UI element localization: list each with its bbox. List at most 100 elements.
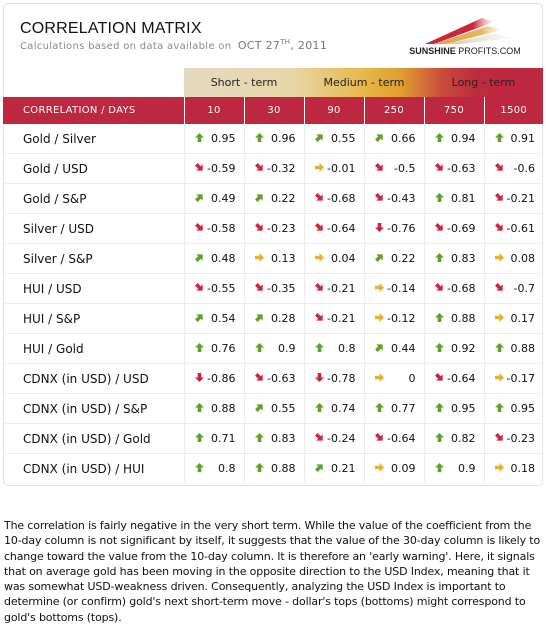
correlation-cell: -0.12 — [364, 303, 425, 334]
arrow-up-icon — [194, 402, 205, 412]
row-label: Silver / S&P — [3, 243, 185, 274]
arrow-right-icon — [374, 462, 385, 472]
correlation-cell: -0.68 — [304, 183, 365, 214]
correlation-value: 0.74 — [331, 402, 356, 415]
table-row: HUI / Gold 0.76 0.9 0.8 0.44 0.92 0.88 — [3, 333, 543, 364]
correlation-value: 0.18 — [510, 462, 536, 475]
logo-text-regular: PROFITS.COM — [455, 46, 521, 56]
correlation-value: -0.5 — [394, 162, 416, 175]
correlation-value: -0.64 — [327, 222, 356, 235]
correlation-value: -0.86 — [207, 372, 236, 385]
correlation-cell: 0.83 — [244, 423, 305, 454]
correlation-value: 0.88 — [510, 342, 536, 355]
row-label: Gold / Silver — [3, 124, 185, 154]
row-label: HUI / Gold — [3, 333, 185, 364]
correlation-value: -0.55 — [207, 282, 236, 295]
correlation-cell: -0.5 — [364, 153, 425, 184]
arrow-up-icon — [374, 402, 385, 412]
arrow-up-icon — [434, 402, 445, 412]
correlation-cell: -0.32 — [244, 153, 305, 184]
correlation-value: 0.17 — [510, 312, 536, 325]
row-label: Gold / USD — [3, 153, 185, 184]
table-row: HUI / S&P 0.54 0.28 -0.21 -0.12 0.88 0.17 — [3, 303, 543, 334]
arrow-down-right-icon — [434, 372, 445, 382]
row-label: CDNX (in USD) / S&P — [3, 393, 185, 424]
correlation-cell: -0.69 — [424, 213, 485, 244]
arrow-up-right-icon — [374, 252, 385, 262]
correlation-cell: -0.59 — [184, 153, 245, 184]
arrow-down-right-icon — [434, 162, 445, 172]
arrow-up-right-icon — [254, 312, 265, 322]
correlation-cell: 0.71 — [184, 423, 245, 454]
arrow-up-icon — [314, 402, 325, 412]
arrow-up-icon — [494, 342, 505, 352]
correlation-value: -0.59 — [207, 162, 236, 175]
arrow-up-icon — [434, 132, 445, 142]
correlation-cell: -0.35 — [244, 273, 305, 304]
row-label: HUI / USD — [3, 273, 185, 304]
arrow-up-right-icon — [194, 312, 205, 322]
correlation-value: 0.21 — [331, 462, 356, 475]
term-range-band: Short - term Medium - term Long - term — [184, 68, 543, 97]
arrow-down-right-icon — [494, 192, 505, 202]
term-medium-label: Medium - term — [323, 76, 405, 89]
correlation-value: 0.8 — [338, 342, 356, 355]
correlation-value: 0.96 — [271, 132, 296, 145]
table-row: Gold / USD -0.59 -0.32 -0.01 -0.5 -0.63 -0.6 — [3, 153, 543, 184]
sunrays-logo-icon — [425, 18, 512, 44]
correlation-cell: 0.04 — [304, 243, 365, 274]
correlation-cell: 0.82 — [424, 423, 485, 454]
logo-text-bold: SUNSHINE — [409, 46, 456, 56]
correlation-cell: -0.21 — [304, 303, 365, 334]
row-label: HUI / S&P — [3, 303, 185, 334]
correlation-value: 0.22 — [391, 252, 416, 265]
arrow-up-right-icon — [194, 252, 205, 262]
correlation-value: 0 — [408, 372, 416, 385]
date-year: , 2011 — [290, 39, 328, 52]
correlation-value: -0.63 — [267, 372, 296, 385]
calculation-date-note: Calculations based on data available on … — [20, 38, 327, 52]
correlation-value: 0.9 — [458, 462, 476, 475]
table-body: Gold / Silver 0.95 0.96 0.55 0.66 0.94 0.91 Gol… — [3, 124, 543, 483]
correlation-value: -0.76 — [387, 222, 416, 235]
table-row: CDNX (in USD) / S&P 0.88 0.55 0.74 0.77 0.95 0… — [3, 393, 543, 424]
arrow-right-icon — [314, 252, 325, 262]
correlation-value: -0.24 — [327, 432, 356, 445]
column-header-30: 30 — [244, 97, 305, 124]
arrow-right-icon — [254, 252, 265, 262]
correlation-cell: -0.43 — [364, 183, 425, 214]
correlation-value: -0.01 — [327, 162, 356, 175]
correlation-cell: 0.48 — [184, 243, 245, 274]
correlation-value: -0.35 — [267, 282, 296, 295]
column-header-90: 90 — [304, 97, 365, 124]
correlation-value: 0.48 — [211, 252, 236, 265]
correlation-value: -0.32 — [267, 162, 296, 175]
correlation-value: 0.95 — [451, 402, 476, 415]
correlation-value: -0.68 — [327, 192, 356, 205]
sunshine-profits-logo[interactable]: SUNSHINE PROFITS.COM — [390, 12, 540, 62]
term-long-label: Long - term — [451, 76, 516, 89]
correlation-value: -0.68 — [447, 282, 476, 295]
correlation-cell: 0.88 — [424, 303, 485, 334]
correlation-value: -0.6 — [513, 162, 535, 175]
correlation-cell: -0.21 — [484, 183, 543, 214]
correlation-value: 0.44 — [391, 342, 416, 355]
correlation-cell: -0.61 — [484, 213, 543, 244]
arrow-up-icon — [494, 402, 505, 412]
arrow-up-icon — [194, 132, 205, 142]
table-row: HUI / USD -0.55 -0.35 -0.21 -0.14 -0.68 -0.7 — [3, 273, 543, 304]
correlation-cell: 0.74 — [304, 393, 365, 424]
correlation-value: 0.66 — [391, 132, 416, 145]
correlation-value: 0.08 — [510, 252, 536, 265]
correlation-value: -0.63 — [447, 162, 476, 175]
correlation-value: 0.54 — [211, 312, 236, 325]
correlation-value: -0.64 — [447, 372, 476, 385]
data-date: OCT 27TH, 2011 — [238, 38, 328, 52]
arrow-down-right-icon — [314, 222, 325, 232]
arrow-down-right-icon — [254, 372, 265, 382]
arrow-down-right-icon — [254, 162, 265, 172]
correlation-value: 0.55 — [271, 402, 296, 415]
arrow-right-icon — [374, 372, 385, 382]
correlation-cell: -0.64 — [304, 213, 365, 244]
arrow-up-icon — [314, 342, 325, 352]
